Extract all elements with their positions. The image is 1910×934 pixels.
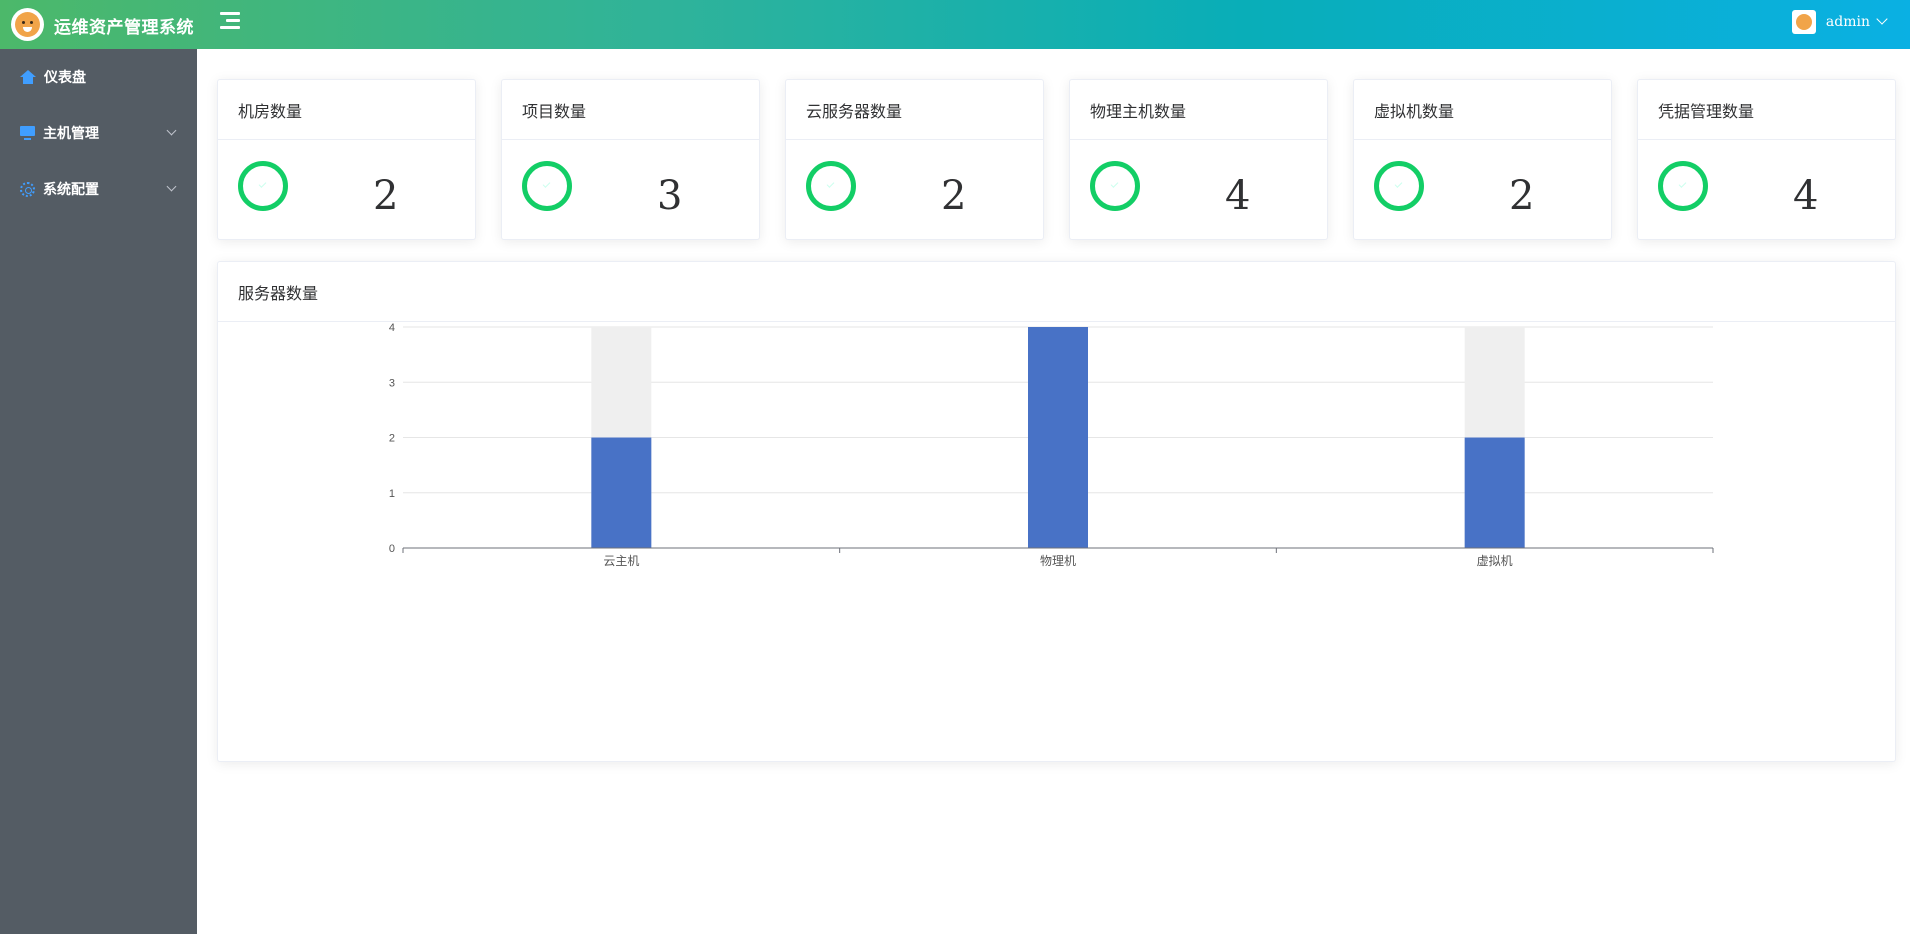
sidebar-item-label: 仪表盘: [44, 70, 86, 86]
server-count-chart-card: 服务器数量 0 1 2 3 4 云主机 物理机 虚拟机: [217, 261, 1896, 762]
sidebar-item-host-management[interactable]: 主机管理: [0, 105, 197, 161]
y-tick-label: 1: [389, 488, 395, 500]
app-logo: [11, 8, 44, 41]
card-title: 凭据管理数量: [1638, 80, 1895, 140]
top-header: 运维资产管理系统 admin: [0, 0, 1910, 49]
x-tick-label: 虚拟机: [1477, 554, 1513, 568]
y-tick-label: 2: [389, 433, 395, 445]
stat-value: 2: [373, 173, 399, 219]
chevron-down-icon: [1876, 13, 1888, 25]
sidebar-item-label: 主机管理: [43, 126, 99, 142]
user-name: admin: [1825, 14, 1870, 30]
server-count-bar-chart: 0 1 2 3 4 云主机 物理机 虚拟机: [389, 322, 1714, 568]
card-title: 虚拟机数量: [1354, 80, 1611, 140]
check-circle-icon: [522, 161, 572, 211]
card-title: 物理主机数量: [1070, 80, 1327, 140]
stat-value: 2: [1509, 173, 1535, 219]
gear-icon: [20, 181, 35, 197]
stat-card-machine-rooms: 机房数量 2: [217, 79, 476, 240]
y-tick-label: 0: [389, 543, 395, 555]
stat-value: 2: [941, 173, 967, 219]
stat-value: 3: [657, 173, 683, 219]
sidebar-item-label: 系统配置: [43, 182, 99, 198]
check-circle-icon: [806, 161, 856, 211]
menu-toggle-icon[interactable]: [220, 12, 240, 30]
stat-card-projects: 项目数量 3: [501, 79, 760, 240]
card-title: 云服务器数量: [786, 80, 1043, 140]
home-icon: [20, 70, 36, 84]
check-circle-icon: [1374, 161, 1424, 211]
stat-value: 4: [1793, 173, 1819, 219]
stat-value: 4: [1225, 173, 1251, 219]
card-title: 项目数量: [502, 80, 759, 140]
monitor-icon: [20, 126, 35, 140]
bar: [1464, 437, 1525, 548]
x-tick-label: 物理机: [1040, 554, 1076, 568]
card-title: 机房数量: [218, 80, 475, 140]
check-circle-icon: [238, 161, 288, 211]
y-tick-label: 4: [389, 322, 395, 334]
sidebar: 仪表盘 主机管理 系统配置: [0, 49, 197, 934]
bar: [591, 437, 652, 548]
check-circle-icon: [1658, 161, 1708, 211]
avatar: [1791, 10, 1816, 34]
user-menu[interactable]: admin: [1791, 10, 1888, 34]
stat-card-physical-hosts: 物理主机数量 4: [1069, 79, 1328, 240]
chevron-down-icon: [166, 125, 177, 136]
bar: [1028, 327, 1088, 548]
card-title: 服务器数量: [218, 262, 1895, 322]
x-tick-label: 云主机: [603, 554, 639, 568]
stat-card-cloud-servers: 云服务器数量 2: [785, 79, 1044, 240]
stat-card-virtual-machines: 虚拟机数量 2: [1353, 79, 1612, 240]
check-circle-icon: [1090, 161, 1140, 211]
sidebar-item-system-config[interactable]: 系统配置: [0, 161, 197, 217]
chevron-down-icon: [166, 181, 177, 192]
main-content: 机房数量 2 项目数量 3 云服务器数量 2 物理主机数量 4 虚拟机数量 2 …: [197, 49, 1910, 934]
y-tick-label: 3: [389, 377, 395, 389]
sidebar-item-dashboard[interactable]: 仪表盘: [0, 49, 197, 105]
app-title: 运维资产管理系统: [54, 18, 194, 38]
stat-card-credentials: 凭据管理数量 4: [1637, 79, 1896, 240]
